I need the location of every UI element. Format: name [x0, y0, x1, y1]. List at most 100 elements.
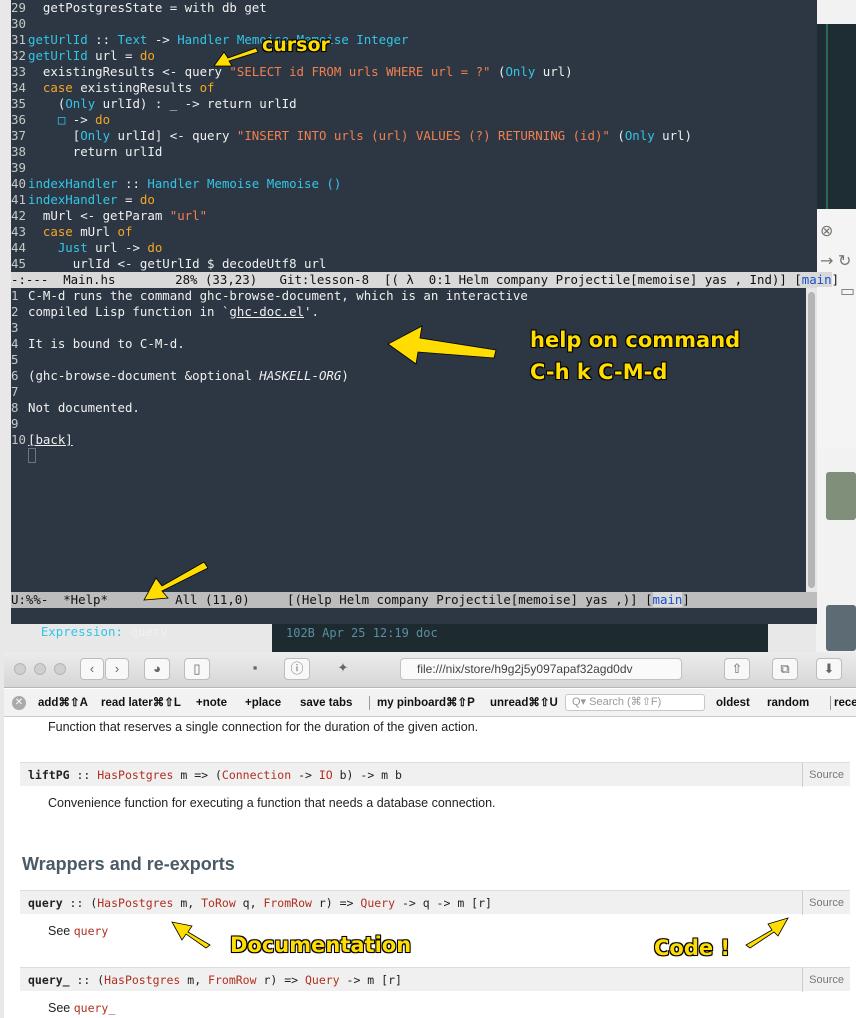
emacs-window[interactable]: 29 getPostgresState = with db get 30 31 get…	[11, 0, 839, 639]
line-number: 5	[11, 352, 19, 367]
minimize-window-button[interactable]	[34, 663, 46, 675]
code-token: url)	[535, 64, 573, 79]
source-link[interactable]: Source	[802, 763, 844, 787]
bookmark-item[interactable]: +note	[196, 689, 227, 717]
code-line[interactable]: 35 (Only urlId) : _ -> return urlId	[11, 96, 297, 112]
zoom-window-button[interactable]	[54, 663, 66, 675]
address-bar[interactable]: file:///nix/store/h9g2j5y097apaf32agd0dv	[400, 658, 682, 680]
code-line[interactable]: 41 indexHandler = do	[11, 192, 155, 208]
scrollbar[interactable]	[806, 0, 817, 272]
code-line[interactable]: 45 urlId <- getUrlId $ decodeUtf8 url	[11, 256, 326, 272]
help-line[interactable]: 4 It is bound to C-M-d.	[11, 336, 185, 352]
help-line[interactable]: 5	[11, 352, 28, 368]
extension-button[interactable]: ▪	[242, 658, 268, 680]
bookmark-item[interactable]: rece	[834, 689, 856, 717]
close-icon: ⊗	[820, 221, 834, 240]
code-token: getPostgresState = with db get	[28, 0, 267, 15]
blank-button[interactable]	[370, 658, 396, 680]
code-line[interactable]: 36 □ -> do	[11, 112, 110, 128]
type-link[interactable]: Connection	[222, 768, 291, 782]
bookmark-item[interactable]: unread⌘⇧U	[490, 689, 558, 717]
signature-text: m,	[173, 896, 202, 910]
code-line[interactable]: 40 indexHandler :: Handler Memoise Memois…	[11, 176, 341, 192]
shield-button[interactable]: ◕	[144, 658, 170, 680]
type-link[interactable]: HasPostgres	[104, 973, 180, 987]
mode-line-text: -:--- Main.hs 28% (33,23) Git:lesson-8 […	[11, 272, 802, 287]
info-button[interactable]: ⓘ	[284, 658, 310, 680]
help-line[interactable]: 9	[11, 416, 28, 432]
bookmark-item[interactable]: +place	[245, 689, 281, 717]
code-line[interactable]: 39	[11, 160, 28, 176]
forward-button[interactable]: ›	[105, 658, 129, 680]
type-link[interactable]: FromRow	[263, 896, 311, 910]
function-signature: query :: (HasPostgres m, ToRow q, FromRo…	[20, 890, 850, 915]
bookmark-item[interactable]: save tabs	[300, 689, 352, 717]
code-line[interactable]: 37 [Only urlId] <- query "INSERT INTO ur…	[11, 128, 692, 144]
help-line[interactable]: 2 compiled Lisp function in `ghc-doc.el'.	[11, 304, 319, 320]
bookmark-search-input[interactable]: Q▾ Search (⌘⇧F)	[565, 694, 705, 711]
minibuffer-input[interactable]: query	[130, 624, 167, 639]
bookmark-item[interactable]: read later⌘⇧L	[101, 689, 181, 717]
bookmark-item[interactable]: random	[767, 689, 809, 717]
function-description: Convenience function for executing a fun…	[48, 796, 496, 810]
sidebar-icon: ▯	[193, 661, 201, 676]
close-window-button[interactable]	[14, 663, 26, 675]
code-token: ::	[87, 32, 118, 47]
code-token: "INSERT INTO urls (url) VALUES (?) RETUR…	[236, 128, 610, 143]
code-token: urlId] <- query	[110, 128, 237, 143]
type-link[interactable]: HasPostgres	[97, 768, 173, 782]
function-signature: liftPG :: HasPostgres m => (Connection -…	[20, 762, 850, 787]
code-token: Text	[117, 32, 148, 47]
code-line[interactable]: 43 case mUrl of	[11, 224, 132, 240]
help-line[interactable]: 10 [back]	[11, 432, 73, 448]
query-link[interactable]: query	[74, 924, 109, 938]
type-link[interactable]: ToRow	[201, 896, 236, 910]
type-link[interactable]: FromRow	[208, 973, 256, 987]
code-line[interactable]: 29 getPostgresState = with db get	[11, 0, 267, 16]
code-editor[interactable]: 29 getPostgresState = with db get 30 31 get…	[11, 0, 806, 272]
function-name: query_	[28, 973, 70, 987]
share-button[interactable]: ⇧	[724, 658, 750, 680]
close-icon[interactable]: ✕	[12, 696, 26, 710]
type-link[interactable]: HasPostgres	[97, 896, 173, 910]
code-line[interactable]: 42 mUrl <- getParam "url"	[11, 208, 207, 224]
help-line[interactable]: 6 (ghc-browse-document &optional HASKELL-…	[11, 368, 349, 384]
tools-button[interactable]: ✦	[330, 658, 356, 680]
code-line[interactable]: 30	[11, 16, 28, 32]
help-line[interactable]: 8 Not documented.	[11, 400, 140, 416]
code-line[interactable]: 31 getUrlId :: Text -> Handler Memoise Me…	[11, 32, 408, 48]
bookmark-item[interactable]: add⌘⇧A	[38, 689, 88, 717]
code-token: url ->	[87, 240, 148, 255]
scrollbar[interactable]	[806, 288, 817, 592]
code-line[interactable]: 32 getUrlId url = do	[11, 48, 155, 64]
code-line[interactable]: 34 case existingResults of	[11, 80, 215, 96]
code-line[interactable]: 33 existingResults <- query "SELECT id F…	[11, 64, 573, 80]
help-line[interactable]: 1 C-M-d runs the command ghc-browse-docum…	[11, 288, 528, 304]
code-line[interactable]: 44 Just url -> do	[11, 240, 162, 256]
source-link[interactable]: Source	[802, 968, 844, 992]
type-link[interactable]: Query	[360, 896, 395, 910]
bookmark-item[interactable]: my pinboard⌘⇧P	[377, 689, 475, 717]
browser-window[interactable]: ‹ › ◕ ▯ ▪ ⓘ ✦ file:///nix/store/h9g2j5y0…	[4, 652, 856, 1018]
line-number: 36	[11, 112, 26, 127]
type-link[interactable]: Query	[305, 973, 340, 987]
source-link[interactable]: Source	[802, 891, 844, 915]
signature-text: :: (	[62, 896, 98, 910]
line-number: 35	[11, 96, 26, 111]
downloads-button[interactable]: ⬇	[816, 658, 842, 680]
line-number: 34	[11, 80, 26, 95]
minibuffer[interactable]: Expression: query	[11, 608, 817, 639]
tabs-button[interactable]: ⧉	[772, 658, 798, 680]
sidebar-button[interactable]: ▯	[184, 658, 210, 680]
back-button[interactable]: ‹	[80, 658, 104, 680]
code-line[interactable]: 38 return urlId	[11, 144, 162, 160]
type-link[interactable]: IO	[319, 768, 333, 782]
query-underscore-link[interactable]: query_	[74, 1001, 116, 1015]
signature-text: :: (	[69, 973, 105, 987]
bookmark-item[interactable]: oldest	[716, 689, 750, 717]
code-token: urlId <- getUrlId $ decodeUtf8 url	[28, 256, 327, 271]
help-line[interactable]: 7	[11, 384, 28, 400]
help-line[interactable]: 3	[11, 320, 28, 336]
